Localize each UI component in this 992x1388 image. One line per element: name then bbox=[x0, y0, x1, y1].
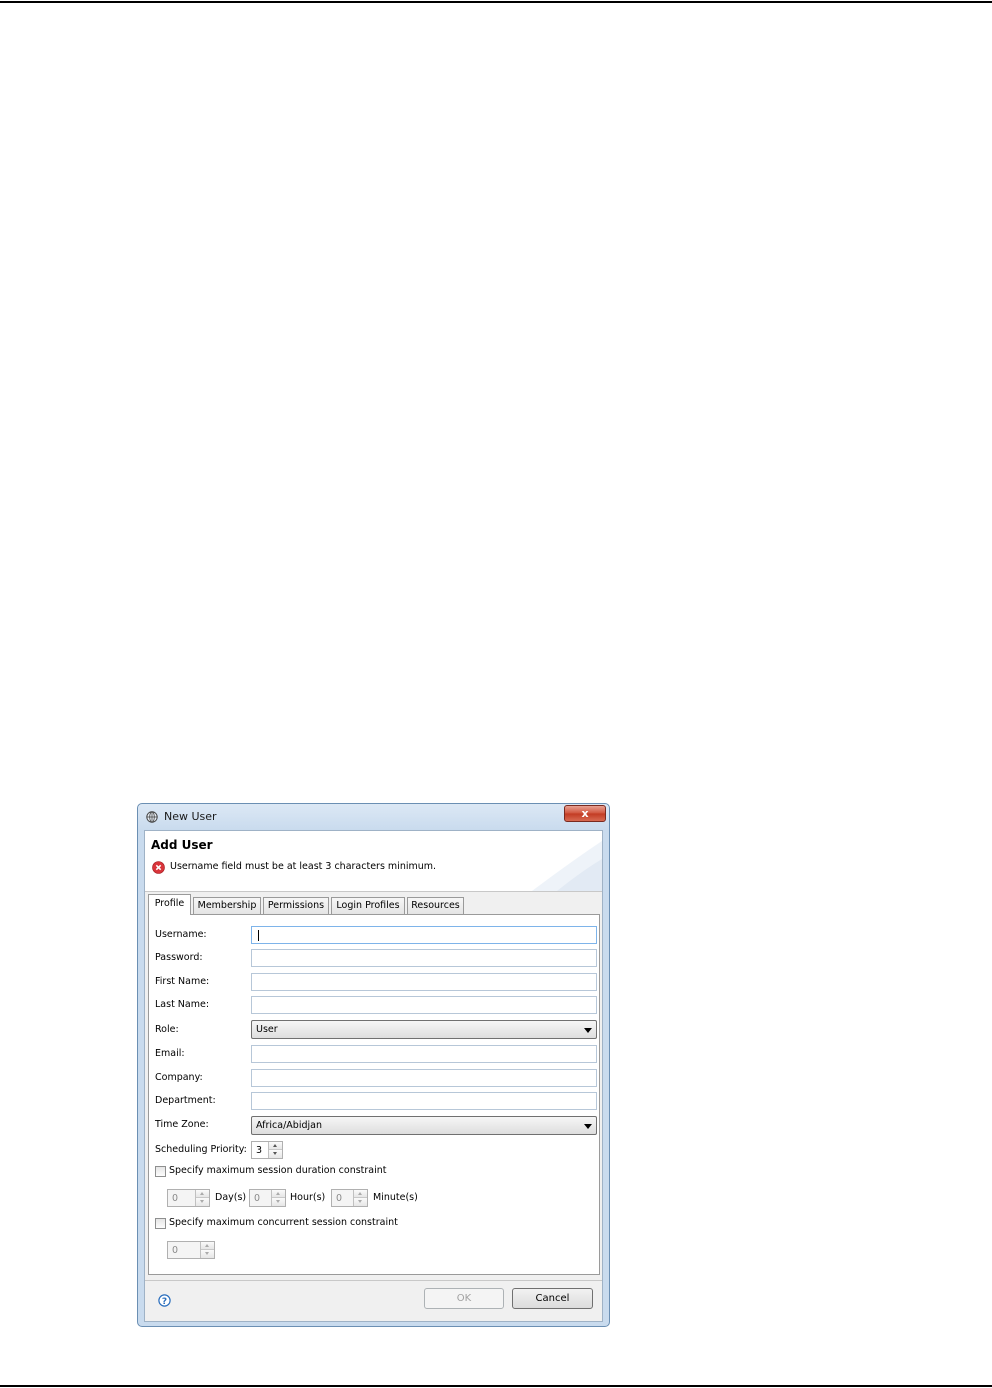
increment-button[interactable] bbox=[201, 1242, 214, 1250]
chevron-up-icon bbox=[276, 1192, 280, 1195]
department-label: Department: bbox=[155, 1095, 216, 1106]
password-label: Password: bbox=[155, 952, 203, 963]
session-duration-checkbox[interactable] bbox=[155, 1166, 166, 1177]
header-decoration bbox=[532, 841, 602, 891]
time-zone-value: Africa/Abidjan bbox=[256, 1120, 322, 1131]
minutes-spinner[interactable]: 0 bbox=[331, 1189, 368, 1207]
role-label: Role: bbox=[155, 1024, 179, 1035]
spinner-buttons bbox=[195, 1190, 209, 1206]
increment-button[interactable] bbox=[354, 1190, 367, 1198]
chevron-up-icon bbox=[358, 1192, 362, 1195]
increment-button[interactable] bbox=[272, 1190, 285, 1198]
scheduling-priority-spinner[interactable]: 3 bbox=[251, 1141, 283, 1159]
dialog-heading: Add User bbox=[151, 838, 213, 852]
increment-button[interactable] bbox=[196, 1190, 209, 1198]
decrement-button[interactable] bbox=[269, 1150, 282, 1158]
tab-profile[interactable]: Profile bbox=[148, 894, 191, 915]
decrement-button[interactable] bbox=[354, 1198, 367, 1206]
username-label: Username: bbox=[155, 929, 207, 940]
email-input[interactable] bbox=[251, 1045, 597, 1063]
last-name-input[interactable] bbox=[251, 996, 597, 1014]
dialog-header: Add User Username field must be at least… bbox=[145, 831, 602, 892]
minutes-value: 0 bbox=[336, 1193, 343, 1204]
decrement-button[interactable] bbox=[201, 1250, 214, 1258]
decrement-button[interactable] bbox=[272, 1198, 285, 1206]
chevron-down-icon bbox=[200, 1200, 204, 1203]
footer-divider bbox=[145, 1280, 602, 1281]
concurrent-session-value: 0 bbox=[172, 1245, 179, 1256]
increment-button[interactable] bbox=[269, 1142, 282, 1150]
days-value: 0 bbox=[172, 1193, 179, 1204]
email-label: Email: bbox=[155, 1048, 185, 1059]
spinner-buttons bbox=[268, 1142, 282, 1158]
hours-value: 0 bbox=[254, 1193, 261, 1204]
chevron-down-icon bbox=[358, 1200, 362, 1203]
concurrent-session-checkbox[interactable] bbox=[155, 1218, 166, 1229]
error-icon bbox=[152, 861, 165, 874]
close-button[interactable]: x bbox=[564, 805, 606, 822]
chevron-down-icon bbox=[584, 1124, 592, 1129]
tab-permissions[interactable]: Permissions bbox=[263, 897, 329, 914]
title-bar[interactable]: New User x bbox=[138, 804, 609, 830]
tab-membership[interactable]: Membership bbox=[193, 897, 261, 914]
first-name-label: First Name: bbox=[155, 976, 210, 987]
decrement-button[interactable] bbox=[196, 1198, 209, 1206]
svg-text:?: ? bbox=[162, 1297, 167, 1307]
validation-message: Username field must be at least 3 charac… bbox=[170, 861, 437, 872]
department-input[interactable] bbox=[251, 1092, 597, 1110]
concurrent-session-spinner[interactable]: 0 bbox=[167, 1241, 215, 1259]
hours-label: Hour(s) bbox=[290, 1192, 326, 1203]
minutes-label: Minute(s) bbox=[373, 1192, 418, 1203]
concurrent-session-label: Specify maximum concurrent session const… bbox=[169, 1217, 398, 1228]
ok-button[interactable]: OK bbox=[424, 1288, 504, 1309]
chevron-up-icon bbox=[205, 1244, 209, 1247]
globe-icon bbox=[146, 811, 158, 823]
days-label: Day(s) bbox=[215, 1192, 247, 1203]
scheduling-priority-label: Scheduling Priority: bbox=[155, 1144, 247, 1155]
tab-resources[interactable]: Resources bbox=[407, 897, 464, 914]
text-caret bbox=[258, 930, 259, 941]
spinner-buttons bbox=[271, 1190, 285, 1206]
time-zone-select[interactable]: Africa/Abidjan bbox=[251, 1116, 597, 1135]
page-top-rule bbox=[0, 1, 992, 3]
chevron-down-icon bbox=[205, 1252, 209, 1255]
chevron-down-icon bbox=[276, 1200, 280, 1203]
session-duration-label: Specify maximum session duration constra… bbox=[169, 1165, 387, 1176]
profile-panel: Username: Password: First Name: Last Nam… bbox=[148, 914, 600, 1275]
chevron-up-icon bbox=[200, 1192, 204, 1195]
company-label: Company: bbox=[155, 1072, 203, 1083]
chevron-up-icon bbox=[273, 1144, 277, 1147]
chevron-down-icon bbox=[273, 1152, 277, 1155]
hours-spinner[interactable]: 0 bbox=[249, 1189, 286, 1207]
spinner-buttons bbox=[353, 1190, 367, 1206]
tab-login-profiles[interactable]: Login Profiles bbox=[331, 897, 405, 914]
password-input[interactable] bbox=[251, 949, 597, 967]
new-user-dialog: New User x Add User Username field must … bbox=[137, 803, 610, 1327]
time-zone-label: Time Zone: bbox=[155, 1119, 209, 1130]
role-select[interactable]: User bbox=[251, 1020, 597, 1039]
days-spinner[interactable]: 0 bbox=[167, 1189, 210, 1207]
username-input[interactable] bbox=[251, 926, 597, 944]
first-name-input[interactable] bbox=[251, 973, 597, 991]
page-bottom-rule bbox=[0, 1385, 992, 1387]
last-name-label: Last Name: bbox=[155, 999, 210, 1010]
cancel-button[interactable]: Cancel bbox=[512, 1288, 593, 1309]
spinner-buttons bbox=[200, 1242, 214, 1258]
scheduling-priority-value: 3 bbox=[256, 1145, 263, 1156]
close-icon: x bbox=[581, 807, 589, 820]
company-input[interactable] bbox=[251, 1069, 597, 1087]
help-icon[interactable]: ? bbox=[158, 1294, 171, 1307]
chevron-down-icon bbox=[584, 1028, 592, 1033]
dialog-client-area: Add User Username field must be at least… bbox=[144, 830, 603, 1322]
role-value: User bbox=[256, 1024, 278, 1035]
window-title: New User bbox=[164, 810, 217, 823]
